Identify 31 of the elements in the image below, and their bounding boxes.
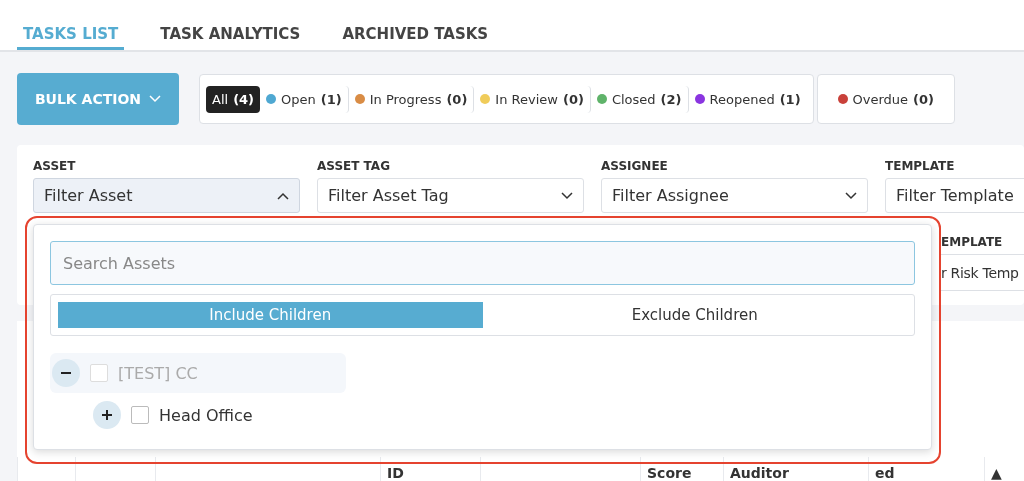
filter-dropdown[interactable]: Filter Asset Tag <box>317 178 584 213</box>
chevron-down-icon <box>845 191 857 200</box>
tree-node-label: [TEST] CC <box>118 363 198 383</box>
filter-label: ASSIGNEE <box>601 159 669 173</box>
tab[interactable]: TASK ANALYTICS <box>154 0 307 50</box>
column-header: ed <box>868 457 984 481</box>
tree-node-label: Head Office <box>159 405 253 425</box>
chevron-down-icon <box>149 95 162 103</box>
filter-label: ASSET <box>33 159 77 173</box>
status-filter[interactable]: Reopened (1) <box>688 85 807 113</box>
column-header: ID <box>380 457 480 481</box>
status-filter[interactable]: Closed (2) <box>590 85 689 113</box>
filter-dropdown[interactable]: Filter Assignee <box>601 178 868 213</box>
status-filter[interactable]: In Review (0) <box>474 85 591 113</box>
filter-label: ASSET TAG <box>317 159 391 173</box>
filter-dropdown[interactable]: r Risk Temp <box>941 254 1024 291</box>
filter-label: TEMPLATE <box>885 159 956 173</box>
status-filter[interactable]: In Progress (0) <box>348 85 475 113</box>
status-filter[interactable]: All (4) <box>206 85 261 113</box>
column-header: Score <box>640 457 723 481</box>
search-field[interactable]: Search Assets <box>50 241 915 285</box>
status-filter[interactable]: Open (1) <box>260 85 349 113</box>
chevron-up-icon <box>277 191 289 200</box>
tab[interactable]: ARCHIVED TASKS <box>336 0 495 50</box>
chevron-down-icon <box>561 191 573 200</box>
column-header: Auditor <box>723 457 868 481</box>
filter-label: EMPLATE <box>941 235 1004 249</box>
filter-dropdown[interactable]: Filter Template <box>885 178 1024 213</box>
status-filter[interactable]: Overdue (0) <box>831 85 941 113</box>
filter-dropdown[interactable]: Filter Asset <box>33 178 300 213</box>
plus-icon <box>101 409 113 421</box>
